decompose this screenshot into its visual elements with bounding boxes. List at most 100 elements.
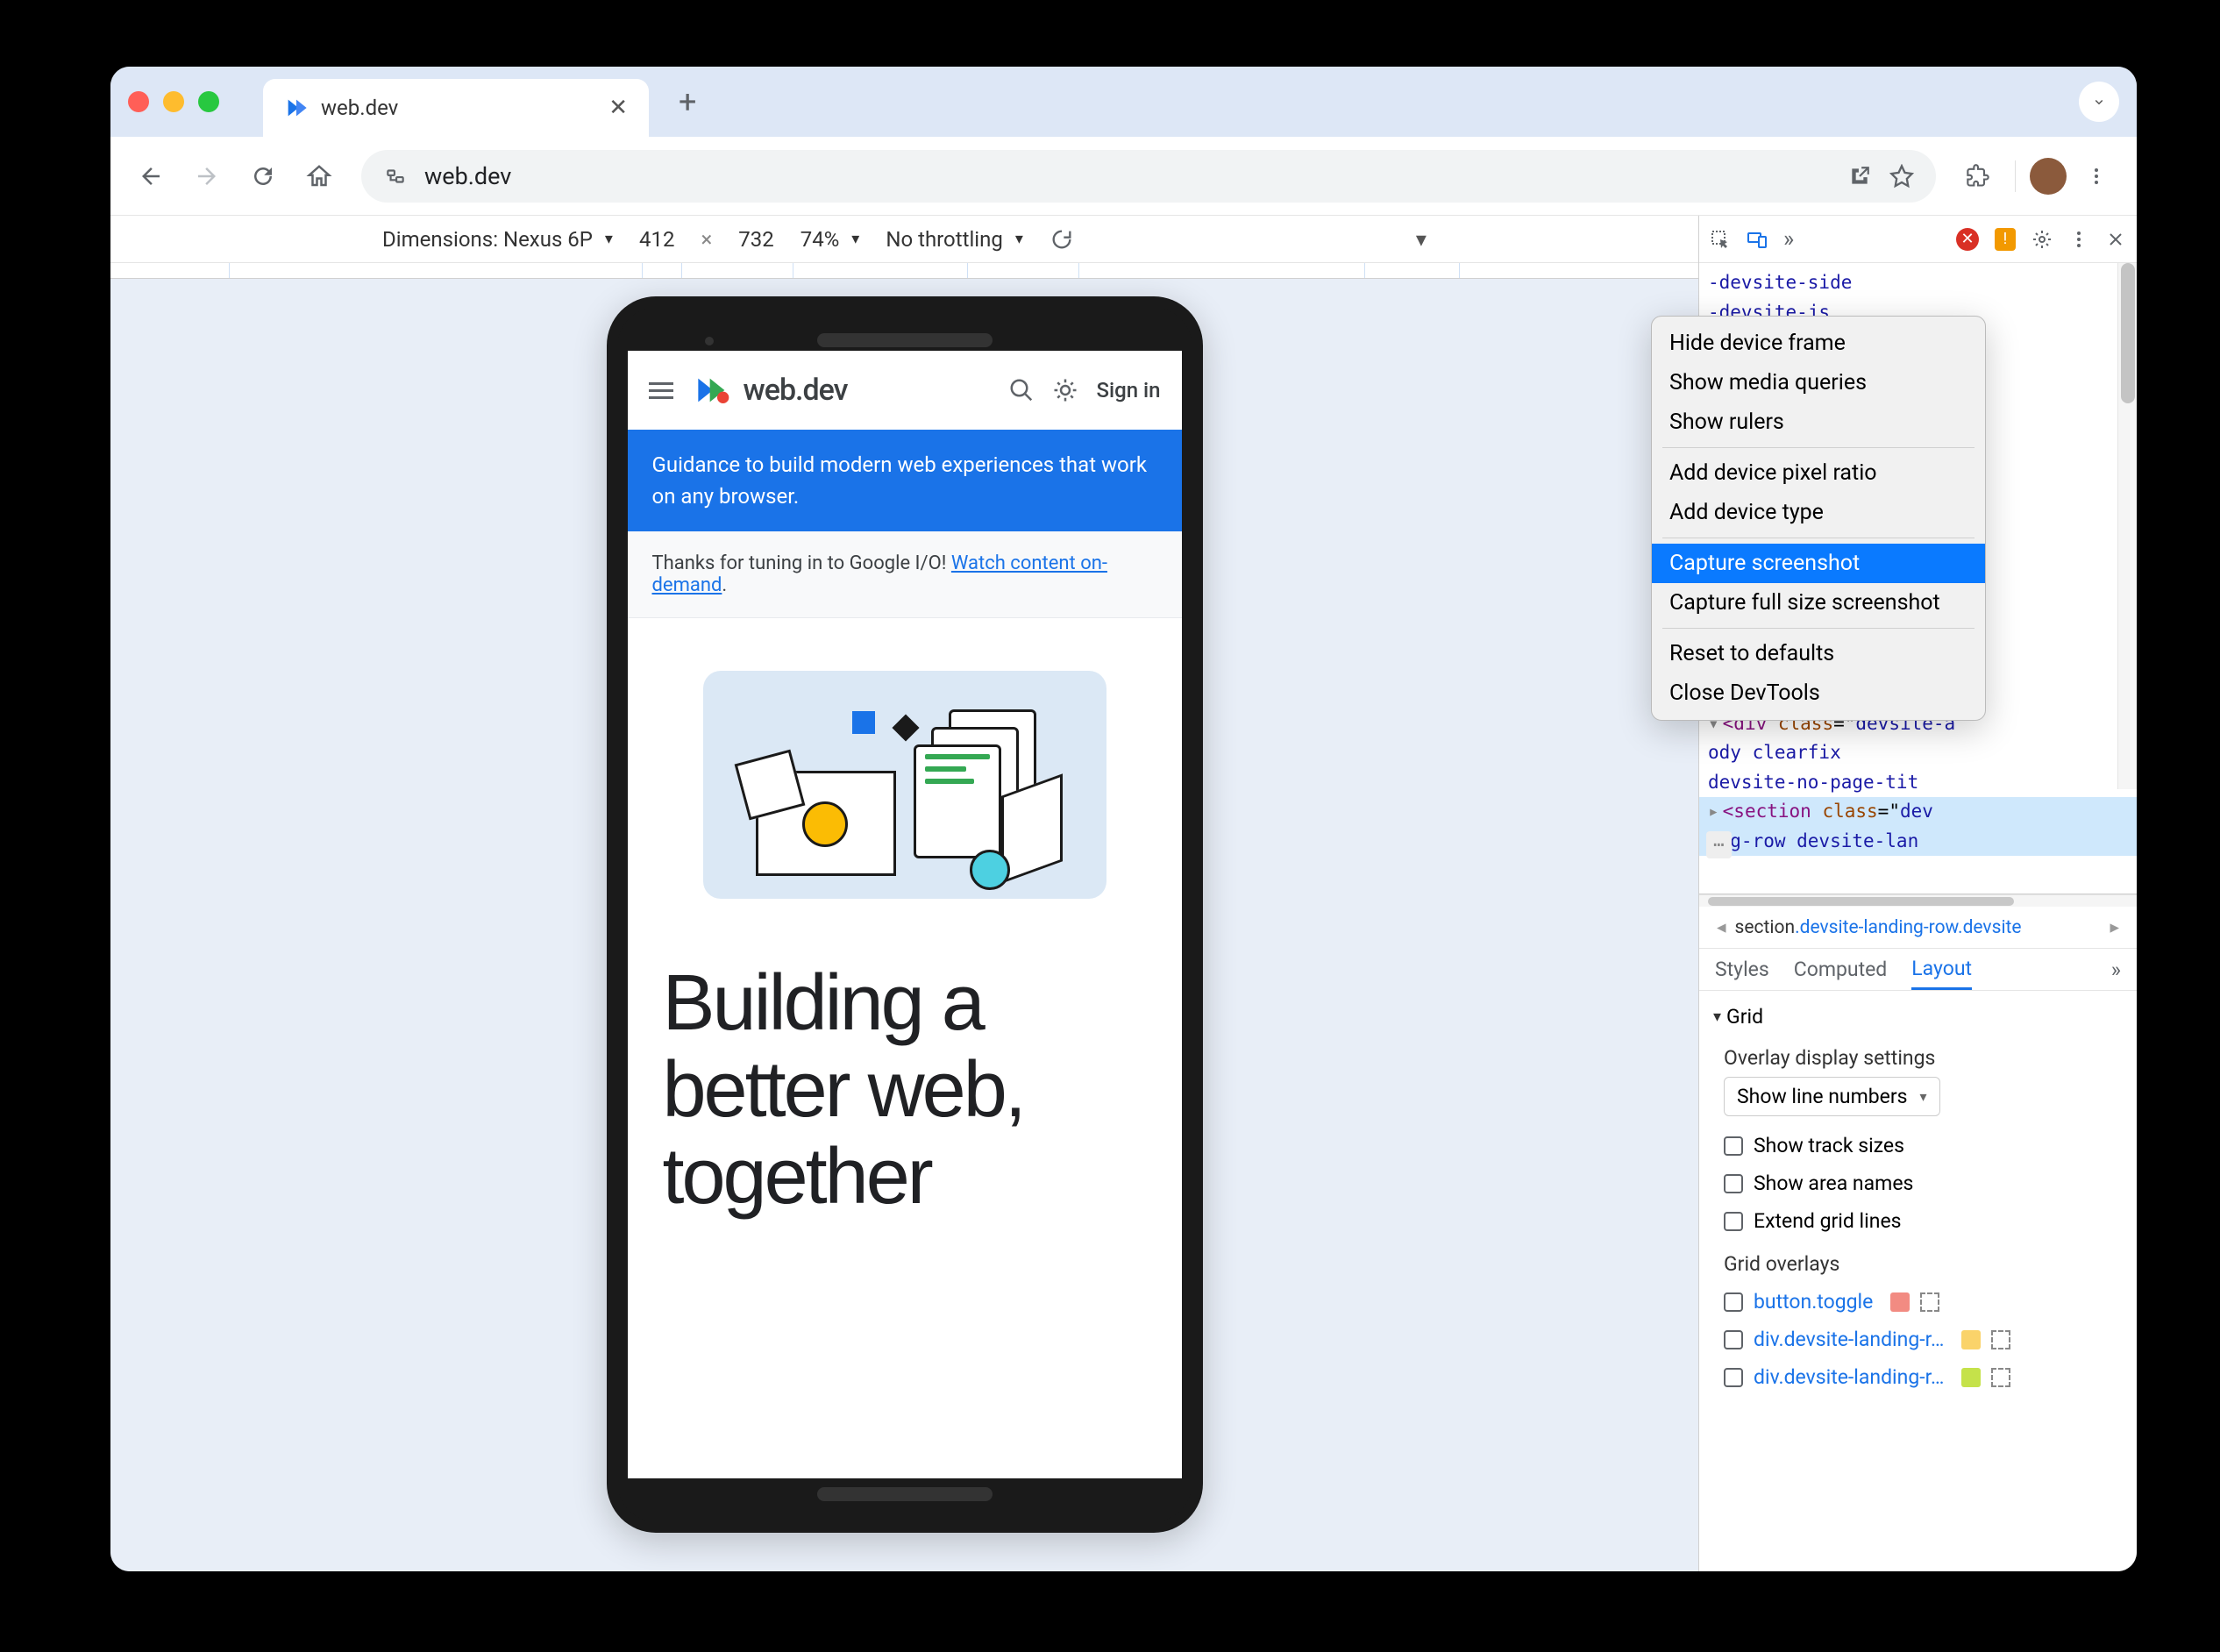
minimize-window-button[interactable] [163,91,184,112]
tab-styles[interactable]: Styles [1715,949,1769,990]
media-query-ruler[interactable] [110,263,1698,279]
color-swatch[interactable] [1961,1368,1981,1387]
grid-overlays-header: Grid overlays [1713,1240,2123,1283]
device-emulation-view: Dimensions: Nexus 6P 412 × 732 74% No th… [110,216,1698,1571]
hero-title: Building a better web, together [663,960,1147,1221]
ellipsis-icon[interactable]: ⋯ [1706,831,1732,859]
site-info-icon[interactable] [382,163,409,189]
overlay-dashed-icon[interactable] [1991,1330,2010,1349]
home-button[interactable] [296,153,342,199]
tab-overflow-button[interactable] [2079,82,2119,122]
menu-show-media-queries[interactable]: Show media queries [1652,363,1985,402]
color-swatch[interactable] [1961,1330,1981,1349]
bookmark-icon[interactable] [1889,163,1915,189]
menu-add-device-type[interactable]: Add device type [1652,493,1985,532]
phone-speaker-top [817,333,993,347]
search-icon[interactable] [1008,377,1035,403]
overlay-dashed-icon[interactable] [1920,1292,1939,1312]
phone-speaker-bottom [817,1487,993,1501]
menu-hide-device-frame[interactable]: Hide device frame [1652,324,1985,363]
settings-icon[interactable] [2031,229,2053,250]
close-tab-button[interactable]: ✕ [608,95,628,121]
context-menu: Hide device frame Show media queries Sho… [1651,316,1986,721]
inspect-element-icon[interactable] [1710,229,1731,250]
layout-panel: Grid Overlay display settings Show line … [1699,991,2137,1571]
more-options-button[interactable]: ▾ [1416,227,1427,252]
tab-title: web.dev [321,96,596,120]
address-bar: web.dev [110,137,2137,216]
check-extend-lines[interactable]: Extend grid lines [1713,1202,2123,1240]
site-logo[interactable]: web.dev [691,373,848,408]
device-canvas: web.dev Sign in [110,279,1698,1571]
menu-capture-full-size-screenshot[interactable]: Capture full size screenshot [1652,583,1985,623]
close-window-button[interactable] [128,91,149,112]
device-select[interactable]: Dimensions: Nexus 6P [382,227,613,252]
toolbar-right [1955,153,2119,199]
warning-badge[interactable]: ! [1995,228,2016,251]
phone-screen: web.dev Sign in [628,351,1182,1478]
device-height[interactable]: 732 [738,227,773,252]
tab-layout[interactable]: Layout [1911,949,1972,990]
kebab-icon[interactable] [2068,229,2089,250]
open-external-icon[interactable] [1846,163,1873,189]
device-toggle-icon[interactable] [1747,229,1768,250]
browser-tab[interactable]: web.dev ✕ [263,79,649,137]
sign-in-link[interactable]: Sign in [1096,378,1160,402]
profile-avatar[interactable] [2030,158,2067,195]
menu-separator [1662,628,1975,629]
menu-add-device-pixel-ratio[interactable]: Add device pixel ratio [1652,453,1985,493]
window-controls [128,91,219,112]
breadcrumb-class[interactable]: .devsite-landing-row.devsite [1795,917,2021,938]
guidance-banner: Guidance to build modern web experiences… [628,430,1182,531]
new-tab-button[interactable]: + [666,78,708,125]
hero-area: Building a better web, together [628,618,1182,1221]
throttling-select[interactable]: No throttling [886,227,1023,252]
extensions-button[interactable] [1955,153,2001,199]
overlay-row-1[interactable]: div.devsite-landing-r… [1713,1321,2123,1358]
io-notice-suffix: . [722,574,727,596]
breadcrumb-element[interactable]: section [1735,917,1796,938]
maximize-window-button[interactable] [198,91,219,112]
reload-button[interactable] [240,153,286,199]
menu-capture-screenshot[interactable]: Capture screenshot [1652,544,1985,583]
menu-reset-to-defaults[interactable]: Reset to defaults [1652,634,1985,673]
tabs-overflow-icon[interactable]: » [2111,958,2121,982]
rotate-icon[interactable] [1050,227,1074,252]
grid-section-header[interactable]: Grid [1713,1000,2123,1034]
io-notice: Thanks for tuning in to Google I/O! Watc… [628,531,1182,618]
line-numbers-select[interactable]: Show line numbers [1724,1077,1940,1116]
url-text: web.dev [424,162,511,190]
hamburger-icon[interactable] [649,382,673,399]
color-swatch[interactable] [1890,1292,1910,1312]
menu-close-devtools[interactable]: Close DevTools [1652,673,1985,713]
menu-show-rulers[interactable]: Show rulers [1652,402,1985,442]
phone-camera [705,337,714,345]
overlay-row-2[interactable]: div.devsite-landing-r… [1713,1358,2123,1396]
check-track-sizes[interactable]: Show track sizes [1713,1127,2123,1164]
overlay-dashed-icon[interactable] [1991,1368,2010,1387]
close-devtools-icon[interactable] [2105,229,2126,250]
zoom-select[interactable]: 74% [800,227,860,252]
device-width[interactable]: 412 [639,227,674,252]
tab-computed[interactable]: Computed [1794,949,1888,990]
phone-frame: web.dev Sign in [607,296,1203,1533]
back-button[interactable] [128,153,174,199]
theme-toggle-icon[interactable] [1052,377,1078,403]
horizontal-scrollbar[interactable] [1699,894,2137,907]
browser-window: web.dev ✕ + web.dev [110,67,2137,1571]
overlay-row-0[interactable]: button.toggle [1713,1283,2123,1321]
styles-tabs: Styles Computed Layout » [1699,949,2137,991]
breadcrumb-left-arrow[interactable]: ◂ [1708,916,1735,938]
error-badge[interactable]: ✕ [1956,228,1979,251]
panel-overflow-icon[interactable]: » [1783,226,1794,253]
devtools-toolbar: » ✕ ! [1699,216,2137,263]
site-header: web.dev Sign in [628,351,1182,430]
favicon-icon [284,96,309,120]
check-area-names[interactable]: Show area names [1713,1164,2123,1202]
x-separator: × [701,227,712,252]
breadcrumb-right-arrow[interactable]: ▸ [2101,916,2128,938]
address-field[interactable]: web.dev [361,150,1936,203]
menu-button[interactable] [2074,153,2119,199]
elements-breadcrumb[interactable]: ◂ section.devsite-landing-row.devsite ▸ [1699,907,2137,949]
forward-button[interactable] [184,153,230,199]
